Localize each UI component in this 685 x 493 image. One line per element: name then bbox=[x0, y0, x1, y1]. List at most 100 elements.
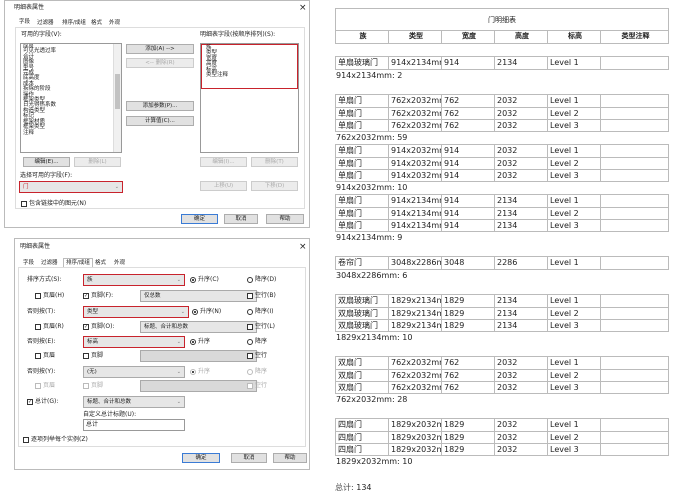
tab-sorting[interactable]: 排序/成组 bbox=[63, 258, 93, 267]
move-up-button[interactable]: 上移(U) bbox=[200, 181, 247, 191]
table-cell[interactable]: 914x2134mm bbox=[389, 208, 442, 219]
table-cell[interactable]: 2032 bbox=[495, 108, 548, 119]
table-cell[interactable]: Level 1 bbox=[548, 195, 601, 207]
table-cell[interactable]: 1829x2032mm bbox=[389, 444, 442, 455]
tab-fields[interactable]: 字段 bbox=[17, 18, 32, 26]
table-cell[interactable]: 单扇门 bbox=[336, 170, 389, 181]
table-cell[interactable]: 双扇门 bbox=[336, 357, 389, 369]
close-icon[interactable]: × bbox=[299, 242, 307, 252]
table-cell[interactable]: 双扇玻璃门 bbox=[336, 320, 389, 331]
table-cell[interactable]: 单扇门 bbox=[336, 208, 389, 219]
table-cell[interactable]: 2032 bbox=[495, 357, 548, 369]
edit-available-button[interactable]: 编辑(E)... bbox=[23, 157, 70, 167]
table-cell[interactable] bbox=[601, 158, 668, 169]
table-cell[interactable]: 2032 bbox=[495, 145, 548, 157]
scrollbar[interactable] bbox=[113, 44, 121, 152]
table-cell[interactable]: Level 1 bbox=[548, 295, 601, 307]
table-cell[interactable]: 卷帘门 bbox=[336, 257, 389, 269]
table-row[interactable]: 双扇门 762x2032mm 762 2032 Level 3 bbox=[336, 381, 668, 393]
tab-appearance[interactable]: 外观 bbox=[112, 259, 127, 267]
table-cell[interactable]: 双扇门 bbox=[336, 370, 389, 381]
table-row[interactable]: 双扇玻璃门1829x2134mm18292134Level 3 bbox=[336, 319, 668, 331]
table-cell[interactable]: 914 bbox=[442, 208, 495, 219]
table-cell[interactable]: Level 2 bbox=[548, 432, 601, 443]
grand-total-checkbox[interactable]: ✓ 总计(G): bbox=[27, 398, 58, 406]
blank-line-checkbox[interactable]: 空行 bbox=[247, 352, 267, 360]
column-header[interactable]: 类型注释 bbox=[601, 31, 668, 43]
table-row[interactable]: 单扇玻璃门 914x2134mm 914 2134 Level 1 bbox=[336, 57, 668, 69]
table-cell[interactable]: 2032 bbox=[495, 419, 548, 431]
calculated-value-button[interactable]: 计算值(C)... bbox=[126, 116, 194, 126]
column-header[interactable]: 族 bbox=[336, 31, 389, 43]
select-fields-dropdown[interactable]: 门 ⌄ bbox=[19, 181, 123, 193]
table-cell[interactable]: 2032 bbox=[495, 170, 548, 181]
table-cell[interactable]: Level 2 bbox=[548, 108, 601, 119]
table-row[interactable]: 卷帘门3048x2286mm30482286Level 1 bbox=[336, 257, 668, 269]
table-cell[interactable] bbox=[601, 108, 668, 119]
table-cell[interactable] bbox=[601, 57, 668, 69]
table-cell[interactable]: Level 1 bbox=[548, 145, 601, 157]
table-cell[interactable]: 762 bbox=[442, 95, 495, 107]
table-cell[interactable]: 1829x2032mm bbox=[389, 419, 442, 431]
cancel-button[interactable]: 取消 bbox=[224, 214, 258, 224]
table-cell[interactable]: 914x2134mm bbox=[389, 57, 442, 69]
table-cell[interactable]: 双扇玻璃门 bbox=[336, 308, 389, 319]
table-row[interactable]: 单扇门 762x2032mm 762 2032 Level 1 bbox=[336, 95, 668, 107]
table-cell[interactable]: Level 2 bbox=[548, 308, 601, 319]
table-cell[interactable]: Level 1 bbox=[548, 419, 601, 431]
table-cell[interactable] bbox=[601, 320, 668, 331]
footer-dropdown[interactable]: ⌄ bbox=[140, 350, 257, 362]
header-checkbox[interactable]: 页眉 bbox=[35, 352, 55, 360]
table-row[interactable]: 单扇门 762x2032mm 762 2032 Level 3 bbox=[336, 119, 668, 131]
column-header[interactable]: 宽度 bbox=[442, 31, 495, 43]
table-cell[interactable] bbox=[601, 419, 668, 431]
table-cell[interactable]: 762x2032mm bbox=[389, 370, 442, 381]
tab-appearance[interactable]: 外观 bbox=[107, 19, 122, 27]
table-cell[interactable]: 四扇门 bbox=[336, 444, 389, 455]
footer-dropdown[interactable]: 标题、合计和总数⌄ bbox=[140, 321, 257, 333]
table-cell[interactable] bbox=[601, 145, 668, 157]
table-cell[interactable]: 914x2032mm bbox=[389, 145, 442, 157]
table-cell[interactable]: Level 3 bbox=[548, 120, 601, 131]
field-item[interactable]: 类型注释 bbox=[204, 72, 297, 78]
table-row[interactable]: 单扇门 914x2134mm 914 2134 Level 1 bbox=[336, 195, 668, 207]
table-cell[interactable]: 2032 bbox=[495, 95, 548, 107]
table-cell[interactable]: Level 1 bbox=[548, 357, 601, 369]
table-cell[interactable]: 2134 bbox=[495, 195, 548, 207]
table-cell[interactable] bbox=[601, 308, 668, 319]
table-row[interactable]: 单扇门 914x2032mm 914 2032 Level 3 bbox=[336, 169, 668, 181]
table-cell[interactable]: 762x2032mm bbox=[389, 382, 442, 393]
help-button[interactable]: 帮助 bbox=[266, 214, 304, 224]
help-button[interactable]: 帮助 bbox=[273, 453, 307, 463]
table-cell[interactable]: Level 3 bbox=[548, 444, 601, 455]
table-cell[interactable]: 2032 bbox=[495, 158, 548, 169]
table-cell[interactable]: 2032 bbox=[495, 370, 548, 381]
table-cell[interactable]: Level 1 bbox=[548, 95, 601, 107]
table-cell[interactable]: 1829x2134mm bbox=[389, 295, 442, 307]
header-checkbox[interactable]: 页眉(H) bbox=[35, 292, 64, 300]
table-row[interactable]: 双扇玻璃门1829x2134mm18292134Level 2 bbox=[336, 307, 668, 319]
scheduled-fields-list[interactable]: 族 类型 宽度 高度 标高 类型注释 bbox=[200, 43, 299, 153]
table-cell[interactable]: 914 bbox=[442, 57, 495, 69]
field-item[interactable]: 注释 bbox=[21, 130, 121, 136]
table-cell[interactable]: 2286 bbox=[495, 257, 548, 269]
table-row[interactable]: 单扇门 914x2134mm 914 2134 Level 3 bbox=[336, 219, 668, 231]
table-cell[interactable]: 单扇门 bbox=[336, 195, 389, 207]
tab-filter[interactable]: 过滤器 bbox=[35, 19, 56, 27]
table-cell[interactable]: 762 bbox=[442, 357, 495, 369]
table-cell[interactable]: 914x2032mm bbox=[389, 170, 442, 181]
table-cell[interactable] bbox=[601, 444, 668, 455]
table-cell[interactable]: 914 bbox=[442, 220, 495, 231]
footer-checkbox[interactable]: ✓ 页脚(F): bbox=[83, 292, 113, 300]
table-cell[interactable]: 1829 bbox=[442, 444, 495, 455]
table-cell[interactable]: Level 3 bbox=[548, 320, 601, 331]
table-cell[interactable]: 单扇门 bbox=[336, 158, 389, 169]
table-cell[interactable]: 762 bbox=[442, 120, 495, 131]
table-row[interactable]: 单扇门 914x2134mm 914 2134 Level 2 bbox=[336, 207, 668, 219]
table-cell[interactable]: 914 bbox=[442, 170, 495, 181]
table-cell[interactable]: 1829 bbox=[442, 295, 495, 307]
close-icon[interactable]: × bbox=[299, 3, 307, 13]
table-cell[interactable]: 2134 bbox=[495, 57, 548, 69]
table-cell[interactable]: 2134 bbox=[495, 308, 548, 319]
move-down-button[interactable]: 下移(D) bbox=[251, 181, 298, 191]
